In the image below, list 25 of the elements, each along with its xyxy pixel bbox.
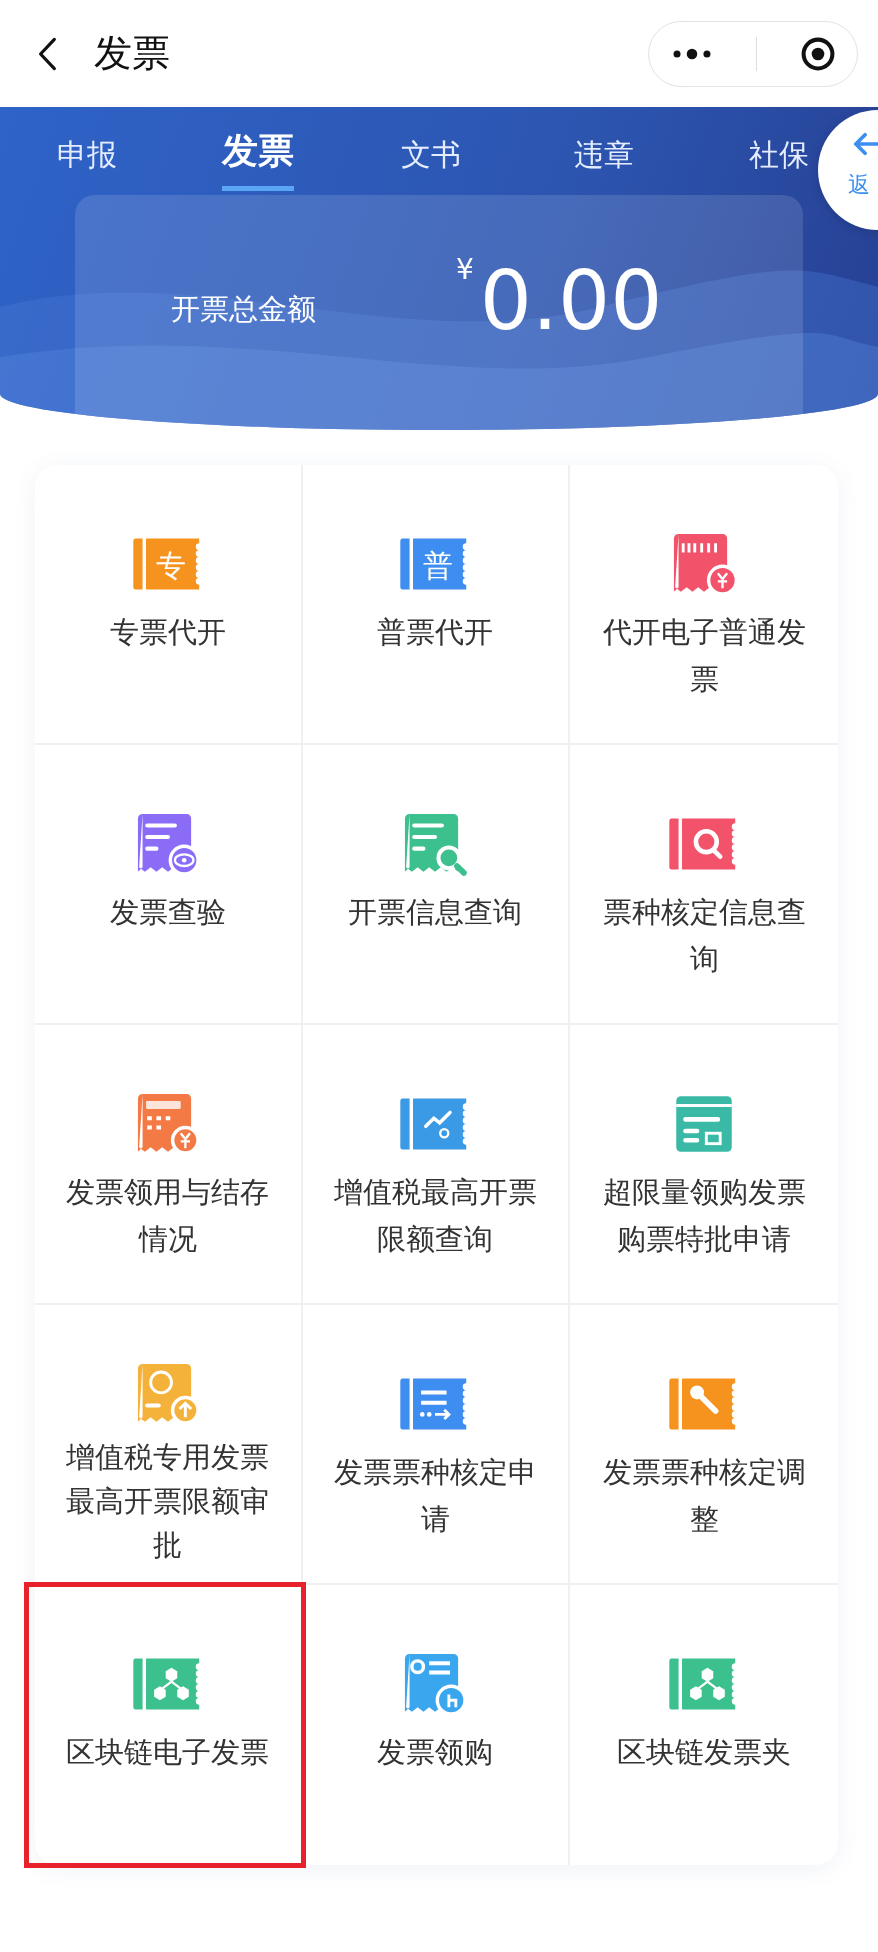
service-item[interactable]: 区块链发票夹	[570, 1585, 838, 1865]
service-item[interactable]: 票种核定信息查询	[570, 745, 838, 1025]
service-item[interactable]: 发票查验	[35, 745, 303, 1025]
service-item[interactable]: 区块链电子发票	[27, 1585, 303, 1865]
service-item[interactable]: 发票领购	[302, 1585, 571, 1865]
tab[interactable]: 违章	[574, 127, 634, 176]
total-amount: 0.00	[479, 252, 663, 348]
page-title: 发票	[94, 30, 171, 77]
service-item[interactable]: 发票票种核定调整	[570, 1305, 838, 1585]
service-item[interactable]: 开票信息查询	[302, 745, 571, 1025]
service-item[interactable]: 增值税专用发票最高开票限额审批	[35, 1305, 303, 1585]
service-item[interactable]: 发票领用与结存情况	[35, 1025, 303, 1305]
service-item[interactable]: 超限量领购发票购票特批申请	[570, 1025, 838, 1305]
service-item[interactable]: 普 普票代开	[302, 465, 571, 745]
service-item[interactable]: 专 专票代开	[35, 465, 303, 745]
total-label: 开票总金额	[171, 291, 317, 328]
tab[interactable]: 申报	[57, 127, 117, 176]
service-item[interactable]: 发票票种核定申请	[302, 1305, 571, 1585]
arrow-left-icon	[852, 132, 878, 156]
service-item[interactable]: 代开电子普通发票	[570, 465, 838, 745]
tab[interactable]: 发票	[222, 127, 294, 191]
tab[interactable]: 文书	[401, 127, 461, 176]
currency-symbol: ¥	[456, 253, 474, 286]
tab[interactable]: 社保	[749, 127, 809, 176]
service-item[interactable]: 增值税最高开票限额查询	[302, 1025, 571, 1305]
